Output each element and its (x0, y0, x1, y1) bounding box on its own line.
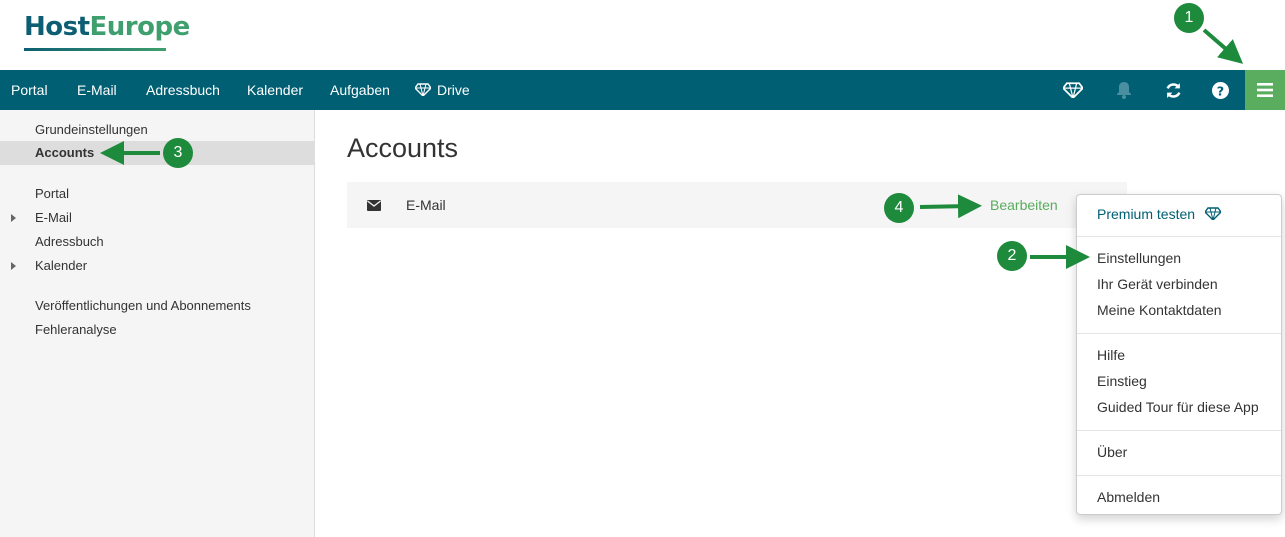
annotation-badge-1: 1 (1174, 3, 1204, 33)
annotation-badge-3: 3 (163, 138, 193, 168)
annotation-badge-2: 2 (997, 241, 1027, 271)
annotation-arrows (100, 28, 1244, 269)
annotation-badge-4: 4 (884, 193, 914, 223)
